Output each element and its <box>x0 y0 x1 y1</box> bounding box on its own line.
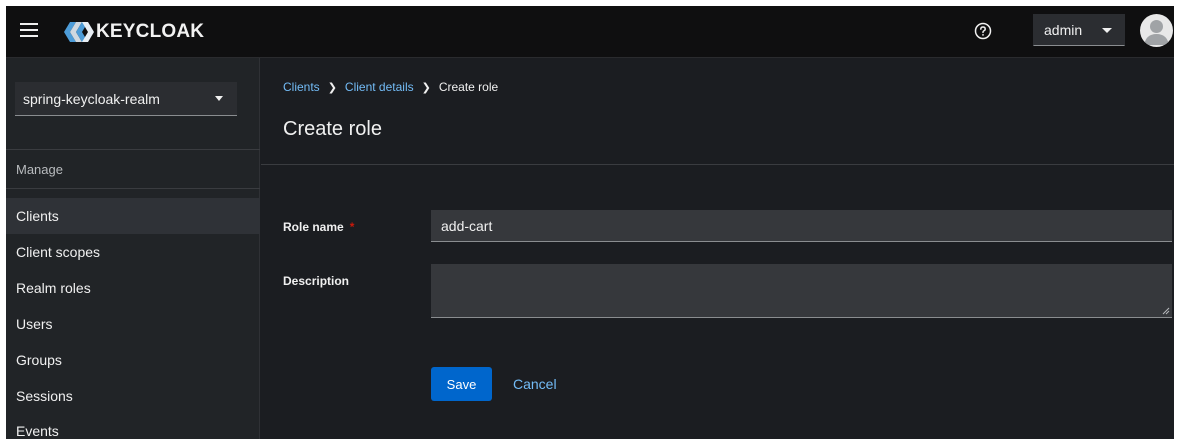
breadcrumb-current: Create role <box>438 80 499 94</box>
sidebar-item-label: Sessions <box>16 388 73 404</box>
main-content: Clients ❯ Client details ❯ Create role C… <box>261 58 1174 439</box>
nav-section-title: Manage <box>16 162 63 177</box>
realm-selector[interactable]: spring-keycloak-realm <box>15 82 237 116</box>
sidebar-item-events[interactable]: Events <box>6 413 260 439</box>
user-menu-dropdown[interactable]: admin <box>1033 14 1125 46</box>
page-header: Clients ❯ Client details ❯ Create role C… <box>261 58 1174 165</box>
chevron-right-icon: ❯ <box>421 81 431 94</box>
sidebar-item-label: Users <box>16 316 53 332</box>
description-label: Description <box>283 274 350 288</box>
role-name-label-text: Role name <box>283 220 344 234</box>
breadcrumb: Clients ❯ Client details ❯ Create role <box>283 80 498 94</box>
chevron-right-icon: ❯ <box>327 81 337 94</box>
avatar[interactable] <box>1140 14 1173 47</box>
breadcrumb-clients-link[interactable]: Clients <box>283 80 320 94</box>
breadcrumb-client-details-link[interactable]: Client details <box>345 80 414 94</box>
role-name-input[interactable] <box>431 210 1172 242</box>
sidebar-item-realm-roles[interactable]: Realm roles <box>6 270 260 306</box>
masthead: KEYCLOAK admin <box>6 6 1174 58</box>
sidebar-item-label: Groups <box>16 352 62 368</box>
sidebar-item-users[interactable]: Users <box>6 306 260 342</box>
caret-down-icon <box>215 96 223 101</box>
sidebar-item-client-scopes[interactable]: Client scopes <box>6 234 260 270</box>
brand-name: KEYCLOAK <box>96 21 205 42</box>
sidebar-item-label: Realm roles <box>16 280 91 296</box>
sidebar-item-label: Clients <box>16 208 59 224</box>
realm-name: spring-keycloak-realm <box>23 90 160 107</box>
description-textarea[interactable] <box>431 264 1172 318</box>
help-icon[interactable] <box>974 22 992 40</box>
role-name-label: Role name * <box>283 220 354 234</box>
sidebar-item-clients[interactable]: Clients <box>6 198 260 234</box>
user-avatar-icon <box>1144 20 1169 45</box>
resize-handle-icon[interactable] <box>1162 307 1170 315</box>
app-frame: KEYCLOAK admin spring-keycloak-realm Man… <box>6 6 1174 439</box>
keycloak-logo-icon <box>64 22 94 42</box>
keycloak-logo[interactable]: KEYCLOAK <box>64 20 204 44</box>
sidebar-item-groups[interactable]: Groups <box>6 342 260 378</box>
sidebar: spring-keycloak-realm Manage Clients Cli… <box>6 58 260 439</box>
sidebar-item-label: Events <box>16 423 59 439</box>
cancel-button[interactable]: Cancel <box>513 367 557 401</box>
required-indicator: * <box>349 220 355 234</box>
sidebar-divider <box>6 149 260 150</box>
sidebar-item-label: Client scopes <box>16 244 101 260</box>
page-title: Create role <box>283 118 382 140</box>
save-button[interactable]: Save <box>431 367 492 401</box>
hamburger-menu-icon[interactable] <box>20 23 38 39</box>
user-name: admin <box>1044 22 1083 38</box>
sidebar-item-sessions[interactable]: Sessions <box>6 378 260 414</box>
caret-down-icon <box>1102 28 1112 33</box>
sidebar-divider <box>6 188 260 189</box>
